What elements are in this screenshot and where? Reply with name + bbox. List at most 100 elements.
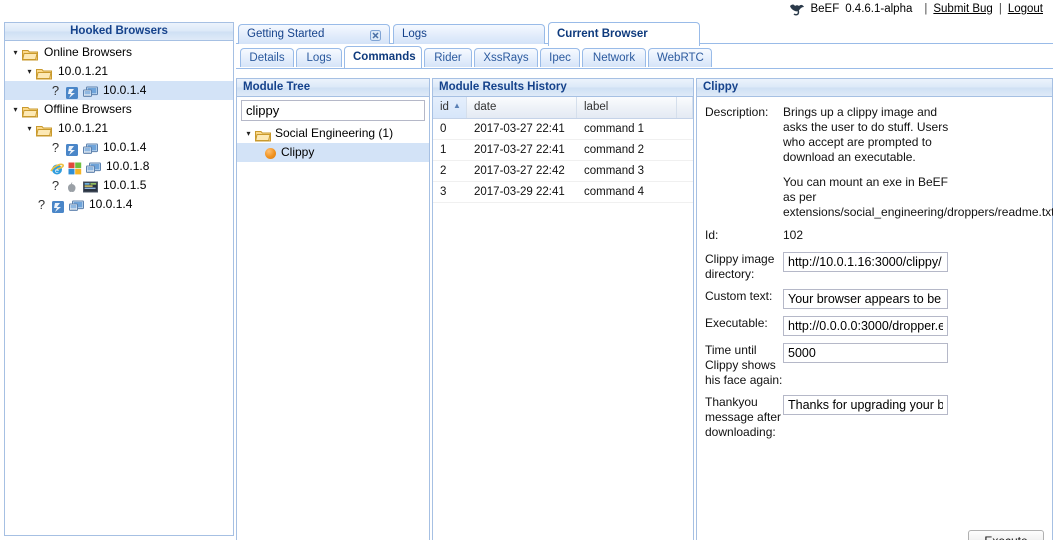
tree-browser-node[interactable]: e10.0.1.8 xyxy=(5,157,233,176)
main-area: Getting Started Logs Current Browser Detai… xyxy=(236,22,1053,540)
inner-tab-bar[interactable]: Details LogsCommands Rider XssRays Ipec Netwo… xyxy=(236,46,1053,70)
inner-tab-webrtc[interactable]: WebRTC xyxy=(648,48,712,67)
column-label: date xyxy=(474,101,496,113)
inner-tab-xssrays[interactable]: XssRays xyxy=(474,48,538,67)
results-cell-id: 3 xyxy=(433,182,467,202)
clippy-field-input[interactable] xyxy=(783,395,948,415)
inner-tab-rider[interactable]: Rider xyxy=(424,48,472,67)
module-node-label: Social Engineering (1) xyxy=(275,124,393,143)
tree-browser-node[interactable]: ?10.0.1.5 xyxy=(5,176,233,195)
tree-folder-node[interactable]: ▾Online Browsers xyxy=(5,43,233,62)
clippy-field-label: Time until Clippy shows his face again: xyxy=(705,343,783,388)
unknown-browser-icon: ? xyxy=(50,81,61,100)
results-column-header-label[interactable]: label xyxy=(577,97,677,118)
tree-folder-node[interactable]: ▾ 10.0.1.21 xyxy=(5,62,233,81)
module-category-node[interactable]: ▾ Social Engineering (1) xyxy=(237,124,429,143)
clippy-field-label: Clippy image directory: xyxy=(705,252,783,282)
unknown-os-icon xyxy=(51,200,66,214)
id-value: 102 xyxy=(783,228,803,243)
inner-tab-commands[interactable]: Commands xyxy=(344,46,422,68)
results-table-row[interactable]: 22017-03-27 22:42command 3 xyxy=(433,161,693,182)
clippy-field-row: Custom text: xyxy=(697,289,1052,309)
clippy-field-row: Clippy image directory: xyxy=(697,252,1052,282)
tree-folder-node[interactable]: ▾ Offline Browsers xyxy=(5,100,233,119)
tab-label: Details xyxy=(249,52,284,64)
tab-label: Network xyxy=(593,52,635,64)
expand-collapse-arrow[interactable]: ▾ xyxy=(23,119,36,138)
expand-collapse-arrow[interactable]: ▾ xyxy=(9,100,22,119)
hooked-browsers-panel: Hooked Browsers ▾Online Browsers▾10.0.1.… xyxy=(4,22,234,536)
tree-node-label: 10.0.1.4 xyxy=(103,81,146,100)
tree-node-label: Offline Browsers xyxy=(44,100,132,119)
tree-node-label: 10.0.1.4 xyxy=(89,195,132,214)
outer-tab-getting-started[interactable]: Getting Started xyxy=(238,24,390,44)
tree-node-label: 10.0.1.4 xyxy=(103,138,146,157)
unknown-os-icon xyxy=(65,143,80,157)
windows-icon xyxy=(68,162,83,176)
results-column-header-date[interactable]: date xyxy=(467,97,577,118)
folder-icon xyxy=(22,48,38,61)
outer-tab-logs[interactable]: Logs xyxy=(393,24,545,44)
folder-icon xyxy=(22,105,38,118)
module-search-wrap xyxy=(237,97,429,124)
outer-tab-bar[interactable]: Getting Started Logs Current Browser xyxy=(236,22,1053,44)
clippy-field-row: Time until Clippy shows his face again: xyxy=(697,343,1052,388)
tree-folder-node[interactable]: ▾10.0.1.21 xyxy=(5,119,233,138)
results-table-row[interactable]: 12017-03-27 22:41command 2 xyxy=(433,140,693,161)
clippy-field-row: Executable: xyxy=(697,316,1052,336)
clippy-field-input[interactable] xyxy=(783,343,948,363)
tab-label: Ipec xyxy=(549,52,571,64)
inner-tab-details[interactable]: Details xyxy=(240,48,294,67)
inner-tab-logs[interactable]: Logs xyxy=(296,48,342,67)
clippy-field-input[interactable] xyxy=(783,252,948,272)
sort-ascending-icon: ▲ xyxy=(453,95,461,116)
tab-label: Logs xyxy=(402,25,427,44)
monitor-icon xyxy=(83,143,98,157)
orange-status-dot xyxy=(265,148,276,159)
tab-label: Rider xyxy=(434,52,461,64)
module-tree[interactable]: ▾ Social Engineering (1)Clippy xyxy=(237,124,429,162)
monitor-icon xyxy=(69,200,84,214)
expand-collapse-arrow[interactable]: ▾ xyxy=(242,124,255,143)
clippy-field-input[interactable] xyxy=(783,316,948,336)
tree-browser-node[interactable]: ? 10.0.1.4 xyxy=(5,81,233,100)
unknown-browser-icon: ? xyxy=(50,176,61,195)
expand-collapse-arrow[interactable]: ▾ xyxy=(23,62,36,81)
folder-icon xyxy=(36,67,52,80)
results-table-row[interactable]: 32017-03-29 22:41command 4 xyxy=(433,182,693,203)
results-cell-filler xyxy=(677,140,693,160)
monitor-icon xyxy=(83,86,98,100)
results-cell-date: 2017-03-27 22:41 xyxy=(467,140,577,160)
logout-link[interactable]: Logout xyxy=(1008,3,1043,15)
expand-collapse-arrow[interactable]: ▾ xyxy=(9,43,22,62)
results-table-header[interactable]: id▲ date label xyxy=(433,97,693,119)
separator-1: | xyxy=(924,3,927,15)
tree-browser-node[interactable]: ?10.0.1.4 xyxy=(5,138,233,157)
results-cell-date: 2017-03-27 22:42 xyxy=(467,161,577,181)
inner-tab-network[interactable]: Network xyxy=(582,48,646,67)
submit-bug-link[interactable]: Submit Bug xyxy=(933,3,992,15)
results-table-body[interactable]: 02017-03-27 22:41command 112017-03-27 22… xyxy=(433,119,693,203)
close-icon[interactable] xyxy=(370,29,381,40)
hooked-browsers-tree[interactable]: ▾Online Browsers▾10.0.1.21?10.0.1.4▾Offl… xyxy=(5,41,233,214)
tab-label: Current Browser xyxy=(557,23,648,46)
results-cell-filler xyxy=(677,119,693,139)
server-icon xyxy=(83,181,98,195)
tree-browser-node[interactable]: ?10.0.1.4 xyxy=(5,195,233,214)
clippy-field-label: Executable: xyxy=(705,316,783,336)
tree-node-label: 10.0.1.21 xyxy=(58,62,108,81)
module-search-input[interactable] xyxy=(241,100,425,121)
clippy-field-input[interactable] xyxy=(783,289,948,309)
clippy-field-row: Thankyou message after downloading: xyxy=(697,395,1052,440)
module-node-label: Clippy xyxy=(281,143,314,162)
execute-button[interactable]: Execute xyxy=(968,530,1044,540)
folder-icon xyxy=(255,129,271,142)
results-column-header-id[interactable]: id▲ xyxy=(433,97,467,118)
module-node[interactable]: Clippy xyxy=(237,143,429,162)
clippy-input-fields: Clippy image directory: Custom text: Execu… xyxy=(697,252,1052,440)
inner-tab-ipec[interactable]: Ipec xyxy=(540,48,580,67)
outer-tab-current-browser[interactable]: Current Browser xyxy=(548,22,700,46)
results-table-row[interactable]: 02017-03-27 22:41command 1 xyxy=(433,119,693,140)
module-results-title: Module Results History xyxy=(433,79,693,97)
results-cell-date: 2017-03-29 22:41 xyxy=(467,182,577,202)
